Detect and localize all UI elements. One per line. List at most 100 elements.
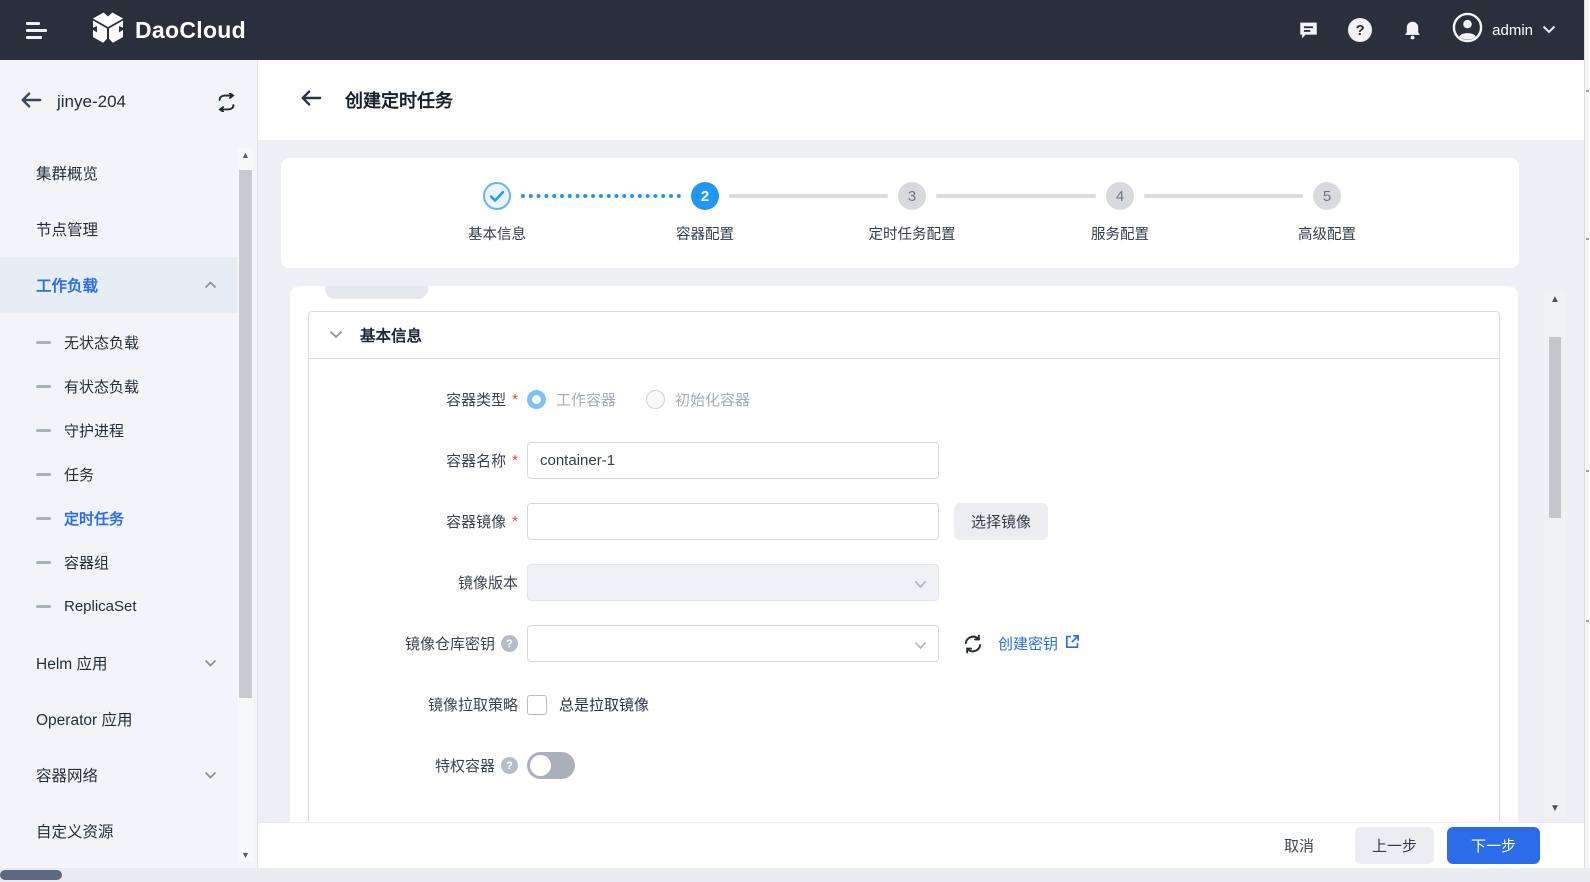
back-icon[interactable]: [300, 89, 322, 112]
create-secret-link[interactable]: 创建密钥: [998, 633, 1081, 654]
radio-init-container[interactable]: [646, 390, 666, 409]
chevron-down-icon: [329, 326, 343, 344]
container-name-input[interactable]: [527, 442, 939, 479]
radio-work-container[interactable]: [527, 390, 546, 409]
sidebar-item-custom-resources[interactable]: 自定义资源: [0, 803, 237, 859]
help-icon[interactable]: ?: [1348, 18, 1373, 42]
scrollbar-thumb[interactable]: [1549, 337, 1561, 518]
step-container-config[interactable]: 2 容器配置: [630, 182, 780, 244]
field-label: 镜像拉取策略: [427, 697, 518, 714]
section-title: 基本信息: [360, 328, 423, 345]
next-step-button[interactable]: 下一步: [1446, 827, 1540, 864]
sidebar-item-jobs[interactable]: 任务: [0, 452, 237, 496]
help-icon[interactable]: ?: [501, 757, 518, 774]
chevron-down-icon: [204, 659, 217, 667]
radio-label: 工作容器: [556, 392, 617, 409]
image-version-select: [527, 564, 939, 601]
container-image-row: 容器镜像 * 选择镜像: [309, 503, 1499, 540]
scroll-down-icon[interactable]: ▼: [238, 850, 253, 860]
sidebar-item-cluster-overview[interactable]: 集群概览: [0, 145, 237, 201]
menu-toggle-icon[interactable]: [26, 21, 47, 39]
sidebar-menu: 集群概览 节点管理 工作负载 无状态负载 有状态负载 守护进程 任务 定时任务 …: [0, 145, 237, 859]
dash-icon: [36, 340, 51, 344]
sidebar-item-pods[interactable]: 容器组: [0, 540, 237, 584]
help-icon[interactable]: ?: [501, 635, 518, 652]
toggle-knob: [530, 755, 551, 776]
form-card: 基本信息 容器类型 * 工作容器 初始化容器 容器名称 * container-…: [290, 286, 1518, 822]
basic-info-panel-header[interactable]: 基本信息: [309, 312, 1499, 359]
sidebar-item-replicaset[interactable]: ReplicaSet: [0, 584, 237, 628]
field-label: 特权容器: [434, 758, 495, 775]
sidebar-item-container-network[interactable]: 容器网络: [0, 747, 237, 803]
message-icon[interactable]: [1295, 17, 1321, 43]
sidebar-header: jinye-204: [0, 60, 257, 144]
dash-icon: [36, 428, 51, 432]
content-scrollbar[interactable]: ▲ ▼: [1544, 290, 1566, 818]
sidebar-item-deployments[interactable]: 无状态负载: [0, 320, 237, 364]
container-name-row: 容器名称 *: [309, 442, 1499, 479]
check-icon: [483, 182, 511, 210]
step-cronjob-config[interactable]: 3 定时任务配置: [837, 182, 987, 244]
daocloud-logo-icon: [91, 8, 125, 52]
sidebar-item-statefulsets[interactable]: 有状态负载: [0, 364, 237, 408]
step-basic-info[interactable]: 基本信息: [422, 182, 572, 244]
back-icon[interactable]: [20, 91, 42, 114]
field-label: 镜像版本: [457, 575, 518, 592]
sidebar-item-workloads[interactable]: 工作负载: [0, 257, 237, 313]
switch-cluster-icon[interactable]: [216, 92, 237, 112]
avatar: [1452, 12, 1483, 48]
registry-secret-select[interactable]: [527, 625, 939, 662]
radio-label: 初始化容器: [675, 392, 751, 409]
step-service-config[interactable]: 4 服务配置: [1045, 182, 1195, 244]
user-menu[interactable]: admin: [1452, 12, 1556, 48]
scroll-up-icon[interactable]: ▲: [1544, 294, 1566, 305]
previous-step-button[interactable]: 上一步: [1354, 827, 1434, 864]
brand-name: DaoCloud: [135, 16, 246, 43]
field-label: 容器镜像: [446, 514, 507, 531]
chevron-down-icon: [1542, 21, 1556, 39]
sidebar-item-node-management[interactable]: 节点管理: [0, 201, 237, 257]
image-version-row: 镜像版本: [309, 564, 1499, 601]
select-image-button[interactable]: 选择镜像: [954, 503, 1049, 540]
always-pull-checkbox[interactable]: [527, 694, 547, 715]
container-image-input[interactable]: [527, 503, 939, 540]
topbar-actions: ? admin: [1295, 12, 1590, 48]
page-header: 创建定时任务: [258, 60, 1590, 140]
chevron-down-icon: [914, 637, 927, 655]
dash-icon: [36, 560, 51, 564]
horizontal-scrollbar[interactable]: [0, 868, 1590, 882]
scrollbar-thumb[interactable]: [0, 870, 62, 880]
chevron-down-icon: [204, 771, 217, 779]
page-title: 创建定时任务: [345, 91, 453, 111]
scroll-down-icon[interactable]: ▼: [1544, 803, 1566, 814]
topbar: DaoCloud ? admin: [0, 0, 1590, 60]
checkbox-label: 总是拉取镜像: [559, 697, 650, 714]
bell-icon[interactable]: [1399, 17, 1425, 43]
scroll-up-icon[interactable]: ▲: [238, 150, 253, 160]
privileged-toggle[interactable]: [527, 752, 575, 779]
pull-policy-row: 镜像拉取策略 总是拉取镜像: [309, 686, 1499, 723]
sidebar-item-daemonsets[interactable]: 守护进程: [0, 408, 237, 452]
scrollbar-thumb[interactable]: [239, 170, 252, 698]
basic-info-form: 容器类型 * 工作容器 初始化容器 容器名称 * 容器镜像 *: [309, 359, 1499, 784]
sidebar-scrollbar[interactable]: ▲ ▼: [238, 148, 253, 862]
refresh-icon[interactable]: [962, 633, 984, 655]
container-type-row: 容器类型 * 工作容器 初始化容器: [309, 381, 1499, 418]
dash-icon: [36, 472, 51, 476]
step-advanced-config[interactable]: 5 高级配置: [1252, 182, 1402, 244]
dash-icon: [36, 384, 51, 388]
container-tab-sliver[interactable]: [325, 286, 428, 299]
main-area: 创建定时任务 基本信息 2 容器配置 3 定时任务配置 4 服务配置 5 高级配…: [258, 60, 1590, 868]
sidebar-item-operator-apps[interactable]: Operator 应用: [0, 691, 237, 747]
field-label: 镜像仓库密钥: [404, 636, 495, 653]
cancel-button[interactable]: 取消: [1284, 835, 1314, 856]
sidebar: jinye-204 集群概览 节点管理 工作负载 无状态负载 有状态负载 守护进…: [0, 60, 258, 868]
required-asterisk: *: [512, 391, 518, 408]
stepper: 基本信息 2 容器配置 3 定时任务配置 4 服务配置 5 高级配置: [281, 158, 1519, 268]
chevron-down-icon: [914, 576, 927, 594]
sidebar-item-cronjobs[interactable]: 定时任务: [0, 496, 237, 540]
username: admin: [1492, 21, 1533, 39]
sidebar-item-helm-apps[interactable]: Helm 应用: [0, 635, 237, 691]
privileged-row: 特权容器?: [309, 747, 1499, 784]
basic-info-panel: 基本信息 容器类型 * 工作容器 初始化容器 容器名称 * container-…: [308, 311, 1500, 822]
